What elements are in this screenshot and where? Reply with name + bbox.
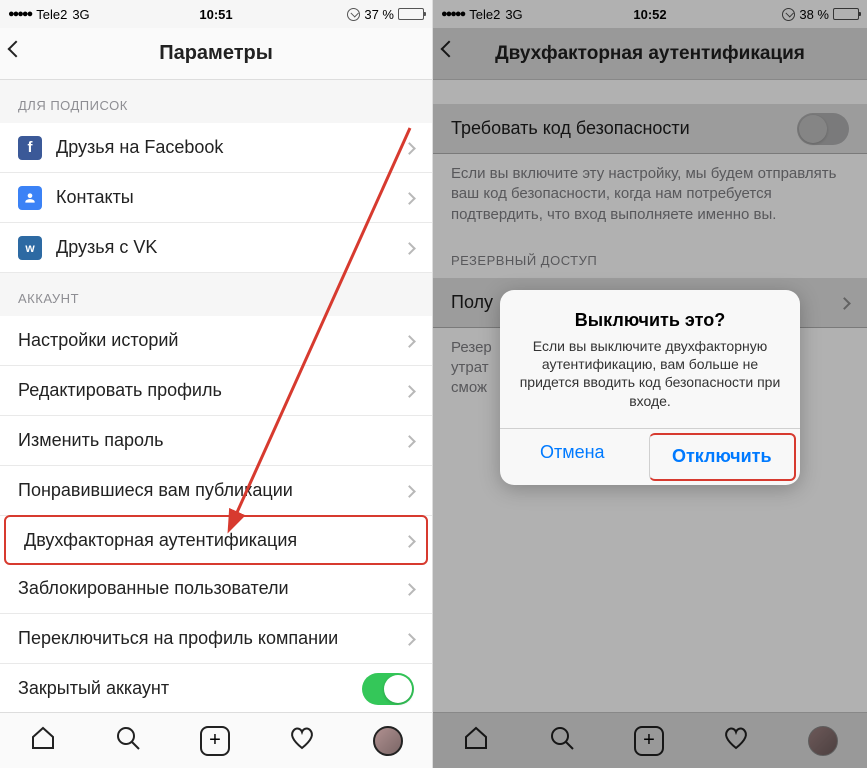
signal-dots: ●●●●● [8,8,31,20]
facebook-icon: f [18,136,42,160]
contact-icon [18,186,42,210]
row-label: Двухфакторная аутентификация [24,530,297,551]
account-list: Настройки историй Редактировать профиль … [0,316,432,714]
row-liked-posts[interactable]: Понравившиеся вам публикации [0,466,432,516]
new-post-tab[interactable]: + [200,726,230,756]
private-toggle[interactable] [362,673,414,705]
chevron-right-icon [405,187,414,208]
row-label: Закрытый аккаунт [18,678,169,699]
chevron-right-icon [405,628,414,649]
row-label: Понравившиеся вам публикации [18,480,293,501]
row-two-factor-auth[interactable]: Двухфакторная аутентификация [4,515,428,565]
alert-cancel-label: Отмена [540,442,605,463]
follow-list: f Друзья на Facebook Контакты w Друзья с… [0,123,432,273]
row-label: Контакты [56,187,134,208]
alert-disable-label: Отключить [672,446,772,467]
row-vk-friends[interactable]: w Друзья с VK [0,223,432,273]
row-label: Редактировать профиль [18,380,222,401]
row-facebook-friends[interactable]: f Друзья на Facebook [0,123,432,173]
section-header-follow: ДЛЯ ПОДПИСОК [0,80,432,123]
alert-cancel-button[interactable]: Отмена [500,429,645,477]
row-story-settings[interactable]: Настройки историй [0,316,432,366]
section-header-account: АККАУНТ [0,273,432,316]
vk-icon: w [18,236,42,260]
row-label: Друзья с VK [56,237,157,258]
row-switch-business[interactable]: Переключиться на профиль компании [0,614,432,664]
chevron-left-icon [8,40,25,57]
disable-2fa-alert: Выключить это? Если вы выключите двухфак… [500,290,800,485]
left-screen: ●●●●● Tele2 3G 10:51 37 % Параметры ДЛЯ … [0,0,433,768]
row-contacts[interactable]: Контакты [0,173,432,223]
row-blocked-users[interactable]: Заблокированные пользователи [0,564,432,614]
alert-message: Если вы выключите двухфакторную аутентиф… [518,337,782,410]
chevron-right-icon [405,237,414,258]
nav-bar: Параметры [0,28,432,80]
chevron-right-icon [405,330,414,351]
nav-title: Параметры [159,42,273,65]
row-label: Друзья на Facebook [56,137,223,158]
search-tab[interactable] [114,724,142,757]
battery-pct: 37 % [364,7,394,22]
alert-disable-button[interactable]: Отключить [649,433,797,481]
chevron-right-icon [405,578,414,599]
row-private-account[interactable]: Закрытый аккаунт [0,664,432,714]
carrier: Tele2 [36,7,67,22]
chevron-right-icon [405,480,414,501]
chevron-right-icon [405,137,414,158]
battery-icon [398,8,424,20]
row-change-password[interactable]: Изменить пароль [0,416,432,466]
row-edit-profile[interactable]: Редактировать профиль [0,366,432,416]
right-screen: ●●●●● Tele2 3G 10:52 38 % Двухфакторная … [433,0,867,768]
row-label: Настройки историй [18,330,179,351]
row-label: Заблокированные пользователи [18,578,289,599]
alert-title: Выключить это? [518,310,782,331]
orientation-lock-icon [347,8,360,21]
chevron-right-icon [405,530,414,551]
activity-tab[interactable] [288,724,316,757]
tab-bar: + [0,712,432,768]
row-label: Изменить пароль [18,430,163,451]
home-tab[interactable] [29,724,57,757]
status-bar: ●●●●● Tele2 3G 10:51 37 % [0,0,432,28]
status-time: 10:51 [199,7,232,22]
chevron-right-icon [405,430,414,451]
chevron-right-icon [405,380,414,401]
row-label: Переключиться на профиль компании [18,628,338,649]
back-button[interactable] [10,42,34,66]
profile-tab[interactable] [373,726,403,756]
network: 3G [72,7,89,22]
